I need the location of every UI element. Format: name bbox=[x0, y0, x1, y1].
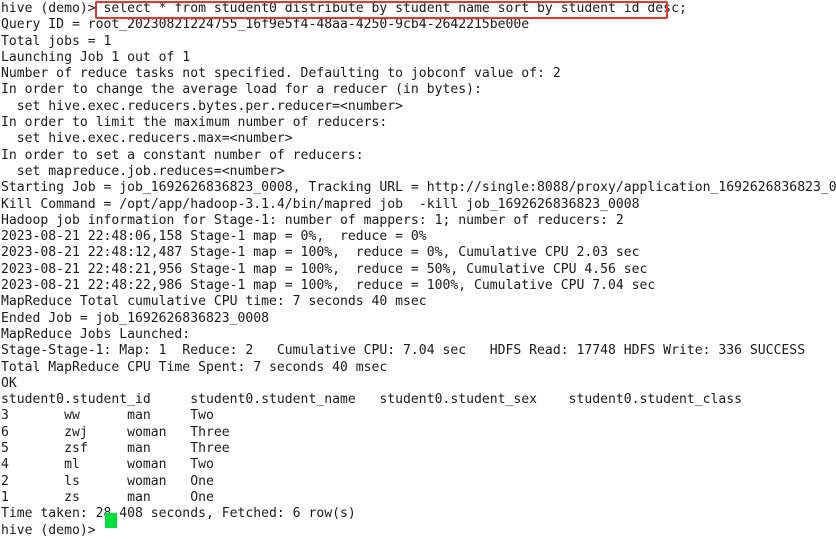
output-line-set-bytes-per-reducer: set hive.exec.reducers.bytes.per.reducer… bbox=[1, 98, 404, 114]
output-line-max-reducers-hint: In order to limit the maximum number of … bbox=[1, 115, 388, 131]
text-cursor bbox=[105, 513, 117, 528]
output-line-cpu-time-spent: Total MapReduce CPU Time Spent: 7 second… bbox=[1, 359, 388, 375]
output-line-launching-job: Launching Job 1 out of 1 bbox=[1, 49, 191, 65]
timing-status-line: Time taken: 28.408 seconds, Fetched: 6 r… bbox=[1, 506, 356, 522]
output-line-ended-job: Ended Job = job_1692626836823_0008 bbox=[1, 310, 270, 326]
output-line-constant-reducers-hint: In order to set a constant number of red… bbox=[1, 147, 364, 163]
progress-line-1: 2023-08-21 22:48:06,158 Stage-1 map = 0%… bbox=[1, 229, 427, 245]
output-line-kill-command: Kill Command = /opt/app/hadoop-3.1.4/bin… bbox=[1, 196, 640, 212]
progress-line-2: 2023-08-21 22:48:12,487 Stage-1 map = 10… bbox=[1, 245, 640, 261]
progress-line-4: 2023-08-21 22:48:22,986 Stage-1 map = 10… bbox=[1, 278, 656, 294]
result-table-header: student0.student_id student0.student_nam… bbox=[1, 392, 743, 408]
output-line-set-reducers-max: set hive.exec.reducers.max=<number> bbox=[1, 131, 293, 147]
output-line-total-jobs: Total jobs = 1 bbox=[1, 33, 112, 49]
output-line-reduce-tasks: Number of reduce tasks not specified. De… bbox=[1, 66, 561, 82]
output-line-stage-summary: Stage-Stage-1: Map: 1 Reduce: 2 Cumulati… bbox=[1, 343, 806, 359]
output-line-hadoop-job-info: Hadoop job information for Stage-1: numb… bbox=[1, 212, 624, 228]
output-line-starting-job: Starting Job = job_1692626836823_0008, T… bbox=[1, 180, 836, 196]
output-line-set-job-reduces: set mapreduce.job.reduces=<number> bbox=[1, 163, 285, 179]
output-line-ok-status: OK bbox=[1, 375, 17, 391]
table-row: 4 ml woman Two bbox=[1, 457, 214, 473]
table-row: 3 ww man Two bbox=[1, 408, 214, 424]
table-row: 5 zsf man Three bbox=[1, 441, 230, 457]
terminal-window[interactable]: hive (demo)> select * from student0 dist… bbox=[0, 0, 836, 538]
progress-line-3: 2023-08-21 22:48:21,956 Stage-1 map = 10… bbox=[1, 261, 648, 277]
table-row: 6 zwj woman Three bbox=[1, 424, 230, 440]
final-prompt-line[interactable]: hive (demo)> bbox=[1, 523, 836, 539]
output-line-avg-load-hint: In order to change the average load for … bbox=[1, 82, 482, 98]
output-line-query-id: Query ID = root_20230821224755_16f9e5f4-… bbox=[1, 17, 530, 33]
output-line-total-cpu-time: MapReduce Total cumulative CPU time: 7 s… bbox=[1, 294, 427, 310]
table-row: 1 zs man One bbox=[1, 489, 214, 505]
output-line-jobs-launched: MapReduce Jobs Launched: bbox=[1, 326, 191, 342]
table-row: 2 ls woman One bbox=[1, 473, 214, 489]
command-line[interactable]: hive (demo)> select * from student0 dist… bbox=[1, 1, 836, 17]
